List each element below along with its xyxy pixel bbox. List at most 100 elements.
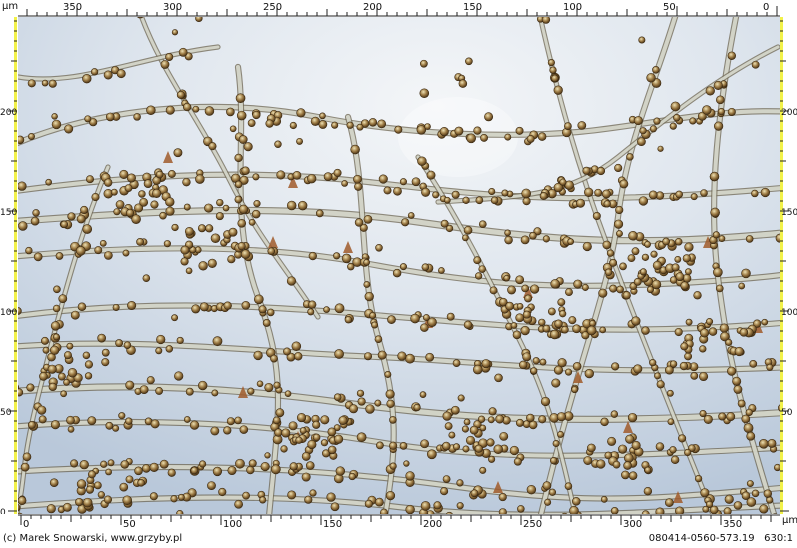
spore [22, 452, 32, 462]
spore [341, 180, 348, 187]
spore [149, 462, 159, 472]
spore [699, 345, 707, 353]
spore [146, 105, 156, 115]
spore [419, 391, 427, 398]
spore [82, 224, 93, 234]
spore [171, 223, 179, 232]
spore [673, 114, 681, 122]
spore [104, 251, 113, 260]
spore [299, 427, 307, 434]
spore [433, 501, 442, 510]
spore [258, 305, 267, 314]
spore [387, 315, 396, 324]
spore [229, 125, 237, 133]
spore [262, 318, 271, 327]
spore [601, 189, 611, 199]
spore [333, 168, 342, 177]
spore [105, 421, 114, 430]
spore [515, 275, 525, 285]
spore [426, 449, 437, 460]
spore [493, 444, 503, 454]
spore [131, 214, 141, 224]
spore [185, 267, 193, 275]
spore [674, 327, 683, 337]
spore [67, 368, 78, 378]
spore [651, 279, 662, 290]
spore [458, 79, 468, 88]
spore [234, 416, 242, 425]
spore [407, 212, 415, 219]
spore [584, 368, 594, 379]
spore [90, 68, 99, 76]
spore [87, 470, 96, 479]
hyphae-and-spores-illustration [18, 17, 780, 514]
spore [457, 394, 465, 402]
spore [94, 246, 103, 255]
spore [463, 320, 473, 330]
spore [462, 234, 469, 242]
spore [191, 304, 201, 314]
spore [734, 346, 744, 357]
spore [664, 498, 674, 507]
ruler-tick-label: 0 [0, 508, 6, 514]
spore [648, 190, 658, 200]
spore [247, 387, 255, 395]
spore [197, 224, 206, 233]
spore [745, 235, 754, 243]
spore [76, 479, 87, 489]
spore [439, 127, 449, 137]
spore [205, 224, 214, 233]
spore [211, 389, 219, 397]
spore [553, 85, 563, 95]
spore [703, 414, 713, 424]
spore [333, 252, 341, 260]
spore [767, 438, 777, 448]
spore [763, 489, 772, 498]
spore [603, 200, 611, 208]
spore [741, 414, 751, 424]
spore [561, 325, 569, 334]
spore [379, 508, 389, 514]
spore [727, 107, 736, 117]
spore [246, 465, 255, 475]
spore [365, 404, 375, 414]
spore [51, 119, 62, 130]
spore [115, 200, 125, 209]
spore [125, 417, 133, 425]
spore [549, 457, 558, 465]
ruler-tick-label: 250 [263, 2, 282, 13]
spore [503, 274, 510, 282]
spore [443, 196, 451, 204]
spore [353, 174, 362, 184]
spore [174, 371, 184, 381]
spore [494, 373, 503, 383]
spore [462, 196, 470, 204]
spore [438, 267, 445, 274]
spore [251, 209, 261, 219]
spore [170, 495, 178, 503]
spore [568, 316, 577, 325]
spore [604, 268, 613, 277]
spore [690, 372, 699, 380]
spore [234, 499, 243, 509]
spore [495, 414, 505, 424]
spore [97, 333, 106, 343]
ruler-left: 200 150 100 50 0 [0, 17, 18, 514]
spore [48, 79, 57, 88]
spore [52, 304, 61, 313]
spore [105, 468, 112, 476]
spore [652, 260, 662, 271]
spore [63, 351, 72, 360]
ruler-tick-label: 150 [463, 2, 482, 13]
spore [39, 372, 48, 381]
spore [66, 415, 75, 425]
spore [399, 263, 407, 271]
spore [284, 390, 292, 398]
spore [33, 252, 43, 262]
spore [741, 268, 751, 279]
spore [79, 460, 89, 470]
spore [289, 121, 297, 130]
spore [631, 247, 640, 256]
spore [374, 335, 383, 344]
ruler-tick-label: 0 [23, 519, 29, 530]
